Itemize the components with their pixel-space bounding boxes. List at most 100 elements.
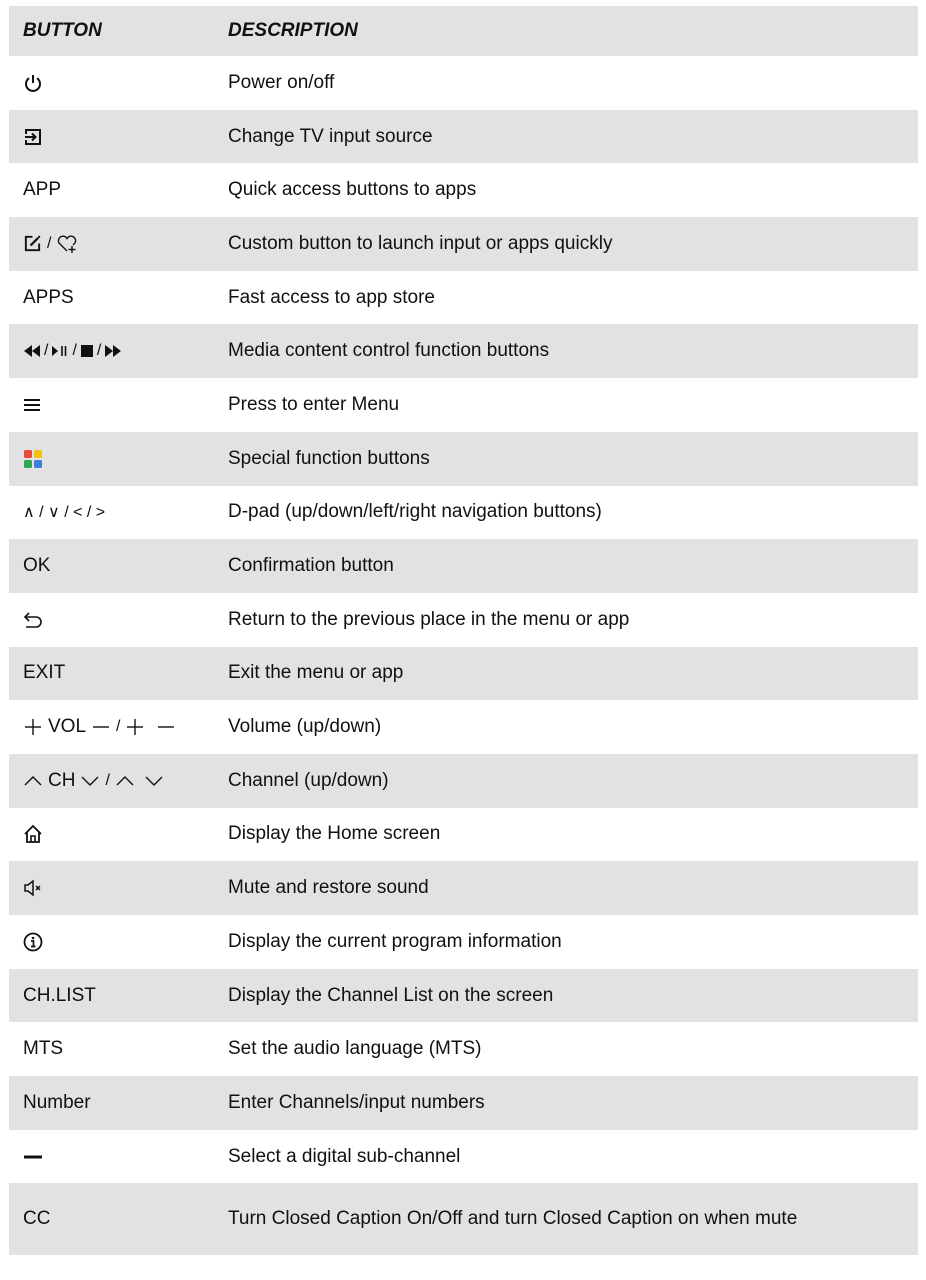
button-cell: [9, 1152, 228, 1162]
button-cell: CH.LIST: [23, 984, 96, 1006]
description-cell: Custom button to launch input or apps qu…: [228, 232, 613, 254]
play-pause-icon: [51, 344, 69, 358]
description-cell: Channel (up/down): [228, 769, 389, 791]
description-cell: Confirmation button: [228, 555, 394, 577]
fast-forward-icon: [104, 344, 122, 358]
button-cell: [9, 127, 228, 147]
table-row: EXIT Exit the menu or app: [9, 646, 918, 701]
menu-icon: [23, 398, 41, 412]
separator: /: [44, 342, 49, 360]
separator: /: [47, 234, 52, 252]
description-cell: Special function buttons: [228, 447, 430, 469]
home-icon: [23, 824, 43, 844]
table-row: Select a digital sub-channel: [9, 1130, 918, 1184]
description-cell: Display the Channel List on the screen: [228, 984, 554, 1006]
table-row: Special function buttons: [9, 431, 918, 486]
description-cell: Quick access buttons to apps: [228, 179, 477, 201]
plus-icon: [23, 717, 43, 737]
table-row: Display the current program information: [9, 915, 918, 969]
description-column-header: DESCRIPTION: [228, 20, 358, 41]
button-cell: APPS: [23, 286, 74, 308]
chevron-up-icon: [115, 774, 135, 788]
mute-icon: [23, 878, 43, 898]
rewind-icon: [23, 344, 41, 358]
table-row: Mute and restore sound: [9, 861, 918, 915]
heart-plus-icon: [56, 234, 78, 254]
table-row: Power on/off: [9, 56, 918, 110]
separator: /: [96, 342, 102, 360]
volume-label: VOL: [48, 716, 87, 738]
table-row: MTS Set the audio language (MTS): [9, 1022, 918, 1076]
button-cell: [9, 878, 228, 898]
table-row: Number Enter Channels/input numbers: [9, 1076, 918, 1130]
button-cell: /: [9, 234, 228, 254]
button-cell: OK: [23, 555, 51, 577]
button-cell: MTS: [23, 1038, 64, 1060]
info-icon: [23, 932, 43, 952]
description-cell: Volume (up/down): [228, 716, 382, 738]
description-cell: Press to enter Menu: [228, 393, 400, 415]
table-row: OK Confirmation button: [9, 539, 918, 593]
table-row: Change TV input source: [9, 109, 918, 164]
description-cell: Display the Home screen: [228, 823, 441, 845]
table-row: / / / Media content control function but…: [9, 324, 918, 379]
description-cell: D-pad (up/down/left/right navigation but…: [228, 501, 602, 523]
button-cell: / / /: [9, 342, 228, 360]
table-header-row: BUTTON DESCRIPTION: [9, 6, 918, 56]
separator: /: [116, 718, 121, 736]
description-cell: Power on/off: [228, 71, 335, 93]
minus-icon: [156, 717, 176, 737]
separator: /: [72, 342, 77, 360]
minus-icon: [91, 717, 111, 737]
table-row: / Custom button to launch input or apps …: [9, 217, 918, 271]
back-icon: [23, 611, 43, 629]
channel-label: CH: [48, 769, 76, 791]
description-cell: Change TV input source: [228, 125, 433, 147]
description-cell: Fast access to app store: [228, 286, 435, 308]
button-cell: APP: [23, 179, 62, 201]
table-row: CH / Channel (up/down): [9, 753, 918, 808]
dash-icon: [23, 1152, 43, 1162]
description-cell: Return to the previous place in the menu…: [228, 608, 630, 630]
edit-icon: [23, 234, 42, 253]
table-row: CC Turn Closed Caption On/Off and turn C…: [9, 1183, 918, 1256]
description-cell: Media content control function buttons: [228, 340, 550, 362]
table-row: APP Quick access buttons to apps: [9, 163, 918, 217]
table-row: Return to the previous place in the menu…: [9, 593, 918, 647]
description-cell: Turn Closed Caption On/Off and turn Clos…: [228, 1208, 798, 1230]
chevron-down-icon: [144, 774, 164, 788]
description-cell: Display the current program information: [228, 930, 562, 952]
table-row: ∧ / ∨ / < / > D-pad (up/down/left/right …: [9, 486, 918, 540]
chevron-up-icon: [23, 774, 43, 788]
button-cell: [9, 824, 228, 844]
description-cell: Exit the menu or app: [228, 662, 404, 684]
color-buttons-icon: [23, 449, 43, 469]
button-cell: [9, 73, 228, 93]
input-source-icon: [23, 127, 43, 147]
table-row: CH.LIST Display the Channel List on the …: [9, 968, 918, 1023]
plus-icon: [125, 717, 145, 737]
description-cell: Select a digital sub-channel: [228, 1145, 461, 1167]
button-cell: VOL /: [9, 716, 228, 738]
button-cell: CH /: [9, 770, 228, 792]
button-cell: [9, 932, 228, 952]
stop-icon: [80, 344, 94, 358]
table-row: Display the Home screen: [9, 808, 918, 862]
table-row: VOL / Volume (up/down): [9, 700, 918, 754]
separator: /: [105, 771, 110, 789]
button-column-header: BUTTON: [23, 20, 102, 41]
button-cell: [9, 398, 228, 412]
table-row: Press to enter Menu: [9, 378, 918, 432]
button-cell: EXIT: [23, 662, 66, 684]
description-cell: Enter Channels/input numbers: [228, 1091, 485, 1113]
description-cell: Set the audio language (MTS): [228, 1038, 482, 1060]
button-reference-table: BUTTON DESCRIPTION Power on/off Change T…: [9, 6, 918, 1256]
chevron-down-icon: [80, 774, 100, 788]
button-cell: Number: [23, 1091, 91, 1113]
button-cell: [9, 449, 228, 469]
button-cell: [9, 611, 228, 629]
description-cell: Mute and restore sound: [228, 877, 429, 899]
power-icon: [23, 73, 43, 93]
button-cell: ∧ / ∨ / < / >: [23, 504, 106, 522]
table-row: APPS Fast access to app store: [9, 271, 918, 325]
